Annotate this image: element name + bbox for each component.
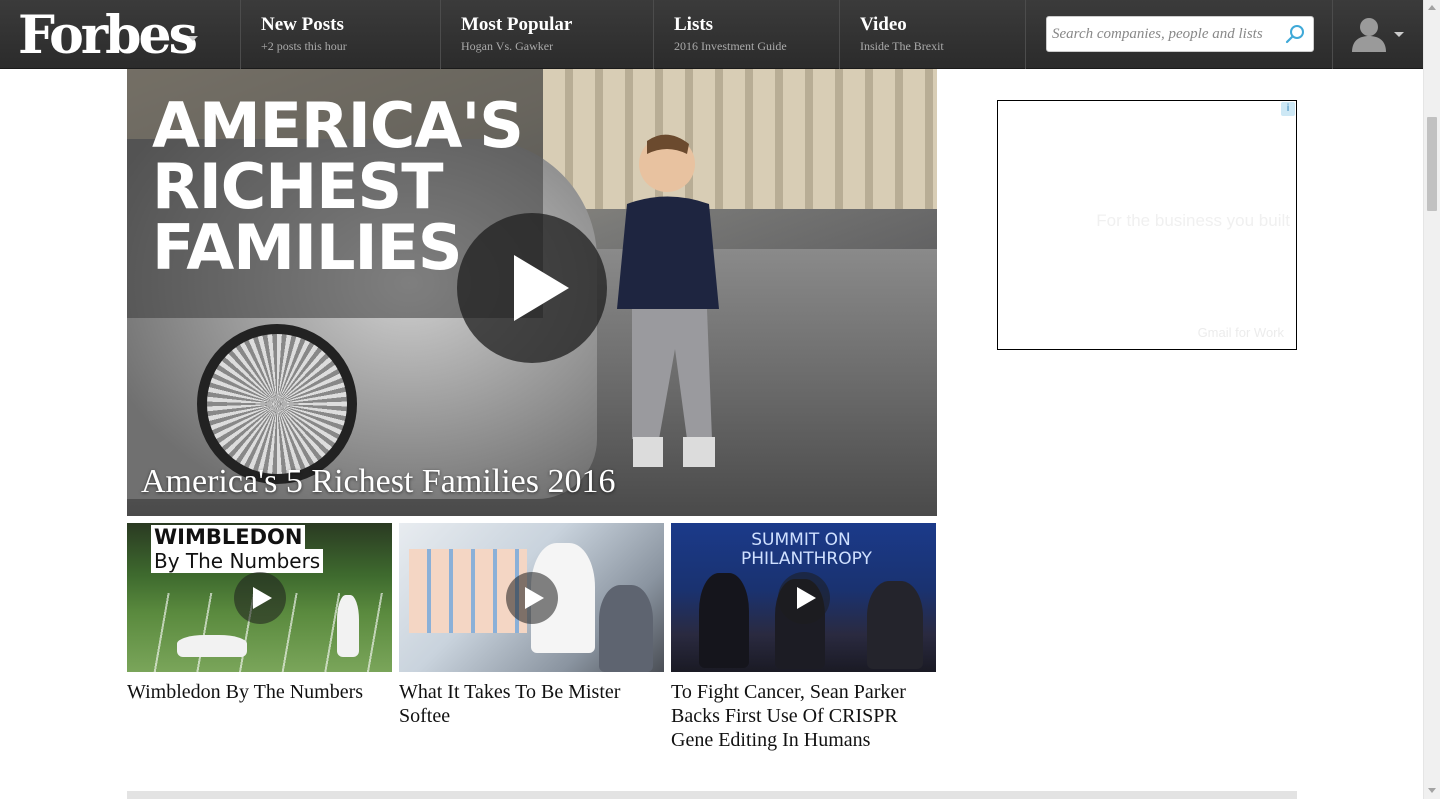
hero-caption[interactable]: America's 5 Richest Families 2016 — [141, 463, 616, 501]
hero-wheel-image — [197, 324, 357, 484]
ad-footer: Gmail for Work — [1197, 325, 1284, 340]
nav-item-lists[interactable]: Lists 2016 Investment Guide — [653, 0, 839, 69]
video-thumbnail[interactable] — [399, 523, 664, 672]
video-card-sean-parker[interactable]: SUMMIT ON PHILANTHROPY To Fight Cancer, … — [671, 523, 936, 752]
search-box — [1046, 16, 1314, 52]
thumbnail-subtitle: By The Numbers — [151, 549, 324, 573]
player-figure — [177, 635, 247, 657]
hero-heading-line: AMERICA'S — [152, 89, 524, 162]
search-icon[interactable] — [1285, 24, 1305, 44]
ad-info-icon[interactable]: i — [1281, 102, 1295, 116]
nav-item-title: Lists — [674, 14, 714, 35]
player-figure — [337, 595, 359, 657]
panelist-figure — [699, 573, 749, 668]
nav-item-title: New Posts — [261, 14, 344, 35]
user-avatar-icon[interactable] — [1350, 16, 1388, 52]
nav-item-most-popular[interactable]: Most Popular Hogan Vs. Gawker — [440, 0, 653, 69]
scrollbar-thumb[interactable] — [1427, 117, 1437, 211]
scroll-up-arrow-icon[interactable] — [1428, 5, 1436, 10]
nav-item-title: Most Popular — [461, 14, 573, 35]
nav-item-new-posts[interactable]: New Posts +2 posts this hour — [240, 0, 440, 69]
forbes-logo[interactable]: Forbes — [18, 4, 240, 68]
video-caption[interactable]: Wimbledon By The Numbers — [127, 680, 392, 704]
page-scrollbar[interactable] — [1423, 0, 1440, 799]
nav-item-subtitle: Hogan Vs. Gawker — [461, 39, 554, 53]
hero-heading-line: RICHEST — [152, 150, 444, 223]
logo-caret-icon[interactable] — [188, 36, 198, 41]
play-button[interactable] — [457, 213, 607, 363]
ad-text: For the business you built — [1096, 211, 1290, 230]
nav-item-subtitle: 2016 Investment Guide — [674, 39, 787, 53]
scroll-down-arrow-icon[interactable] — [1428, 788, 1436, 793]
play-button[interactable] — [234, 572, 286, 624]
nav-item-video[interactable]: Video Inside The Brexit — [839, 0, 1026, 69]
play-button[interactable] — [506, 572, 558, 624]
thumbnail-title: WIMBLEDON — [151, 525, 306, 549]
search-input[interactable] — [1052, 17, 1280, 51]
thumbnail-title: SUMMIT ON PHILANTHROPY — [741, 530, 872, 569]
sidebar-ad[interactable]: i For the business you built Gmail for W… — [997, 100, 1297, 350]
nav-item-subtitle: +2 posts this hour — [261, 39, 347, 53]
customer-figure — [599, 585, 653, 672]
video-thumbnail[interactable]: SUMMIT ON PHILANTHROPY — [671, 523, 936, 672]
video-thumbnail[interactable]: WIMBLEDON By The Numbers — [127, 523, 392, 672]
video-caption[interactable]: To Fight Cancer, Sean Parker Backs First… — [671, 680, 936, 752]
user-caret-icon[interactable] — [1394, 32, 1404, 37]
nav-item-title: Video — [860, 14, 907, 35]
hero-video[interactable]: AMERICA'S RICHEST FAMILIES America's 5 R… — [127, 69, 937, 516]
video-caption[interactable]: What It Takes To Be Mister Softee — [399, 680, 664, 728]
video-card-mister-softee[interactable]: What It Takes To Be Mister Softee — [399, 523, 664, 728]
panelist-figure — [867, 581, 923, 669]
section-divider — [127, 791, 1297, 799]
nav-item-subtitle: Inside The Brexit — [860, 39, 944, 53]
hero-boy-image — [617, 134, 719, 467]
video-card-wimbledon[interactable]: WIMBLEDON By The Numbers Wimbledon By Th… — [127, 523, 392, 704]
top-navigation: Forbes New Posts +2 posts this hour Most… — [0, 0, 1423, 69]
play-button[interactable] — [778, 572, 830, 624]
